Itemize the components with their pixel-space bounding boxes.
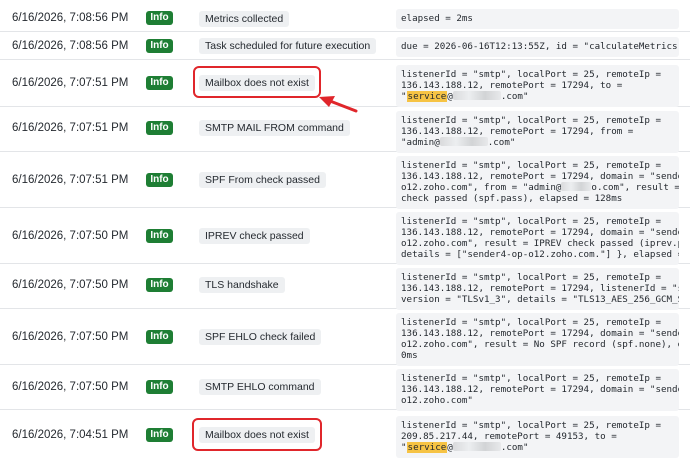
table-row: 6/16/2026, 7:07:50 PM Info TLS handshake… — [0, 264, 690, 310]
log-details: listenerId = "smtp", localPort = 25, rem… — [396, 268, 679, 310]
table-row: 6/16/2026, 7:07:50 PM Info IPREV check p… — [0, 208, 690, 265]
annotation-box — [193, 66, 321, 98]
table-row: 6/16/2026, 7:07:50 PM Info SMTP EHLO com… — [0, 365, 690, 411]
info-badge: Info — [146, 76, 173, 90]
table-row: 6/16/2026, 7:07:51 PM Info Mailbox does … — [0, 60, 690, 107]
timestamp: 6/16/2026, 7:07:51 PM — [12, 174, 129, 186]
timestamp: 6/16/2026, 7:07:50 PM — [12, 279, 129, 291]
table-row: 6/16/2026, 7:07:50 PM Info SPF EHLO chec… — [0, 309, 690, 366]
log-details: listenerId = "smtp", localPort = 25, rem… — [396, 369, 679, 411]
log-details: listenerId = "smtp", localPort = 25, rem… — [396, 416, 679, 458]
info-badge: Info — [146, 11, 173, 25]
highlighted-address: service — [406, 442, 448, 453]
timestamp: 6/16/2026, 7:07:51 PM — [12, 77, 129, 89]
log-details: listenerId = "smtp", localPort = 25, rem… — [396, 212, 679, 265]
log-message: Task scheduled for future execution — [199, 38, 377, 54]
table-row: 6/16/2026, 7:07:51 PM Info SMTP MAIL FRO… — [0, 107, 690, 153]
redaction-blur — [561, 182, 592, 191]
timestamp: 6/16/2026, 7:07:50 PM — [12, 381, 129, 393]
timestamp: 6/16/2026, 7:07:51 PM — [12, 122, 129, 134]
log-message: TLS handshake — [199, 277, 285, 293]
table-row: 6/16/2026, 7:07:51 PM Info SPF From chec… — [0, 152, 690, 209]
log-message: Metrics collected — [199, 11, 290, 27]
timestamp: 6/16/2026, 7:04:51 PM — [12, 429, 129, 441]
timestamp: 6/16/2026, 7:08:56 PM — [12, 12, 129, 24]
info-badge: Info — [146, 39, 173, 53]
log-message: SPF From check passed — [199, 172, 326, 188]
timestamp: 6/16/2026, 7:07:50 PM — [12, 230, 129, 242]
info-badge: Info — [146, 380, 173, 394]
info-badge: Info — [146, 428, 173, 442]
info-badge: Info — [146, 121, 173, 135]
info-badge: Info — [146, 229, 173, 243]
redaction-blur — [452, 442, 501, 451]
timestamp: 6/16/2026, 7:08:56 PM — [12, 40, 129, 52]
table-row: 6/16/2026, 7:04:51 PM Info Mailbox does … — [0, 410, 690, 459]
annotation-box — [192, 418, 322, 451]
table-row: 6/16/2026, 7:08:56 PM Info Metrics colle… — [0, 0, 690, 32]
table-row: 6/16/2026, 7:08:56 PM Info Task schedule… — [0, 32, 690, 60]
log-details: listenerId = "smtp", localPort = 25, rem… — [396, 111, 679, 153]
log-details: listenerId = "smtp", localPort = 25, rem… — [396, 65, 679, 107]
redaction-blur — [439, 137, 488, 146]
info-badge: Info — [146, 278, 173, 292]
log-details: listenerId = "smtp", localPort = 25, rem… — [396, 313, 679, 366]
info-badge: Info — [146, 330, 173, 344]
timestamp: 6/16/2026, 7:07:50 PM — [12, 331, 129, 343]
log-details: listenerId = "smtp", localPort = 25, rem… — [396, 156, 679, 209]
log-details: due = 2026-06-16T12:13:55Z, id = "calcul… — [396, 37, 679, 57]
redaction-blur — [452, 91, 501, 100]
log-message: SMTP MAIL FROM command — [199, 120, 350, 136]
log-details: elapsed = 2ms — [396, 9, 679, 29]
log-message: IPREV check passed — [199, 228, 310, 244]
log-message: SMTP EHLO command — [199, 379, 321, 395]
info-badge: Info — [146, 173, 173, 187]
log-message: SPF EHLO check failed — [199, 329, 322, 345]
highlighted-address: service — [406, 91, 448, 102]
